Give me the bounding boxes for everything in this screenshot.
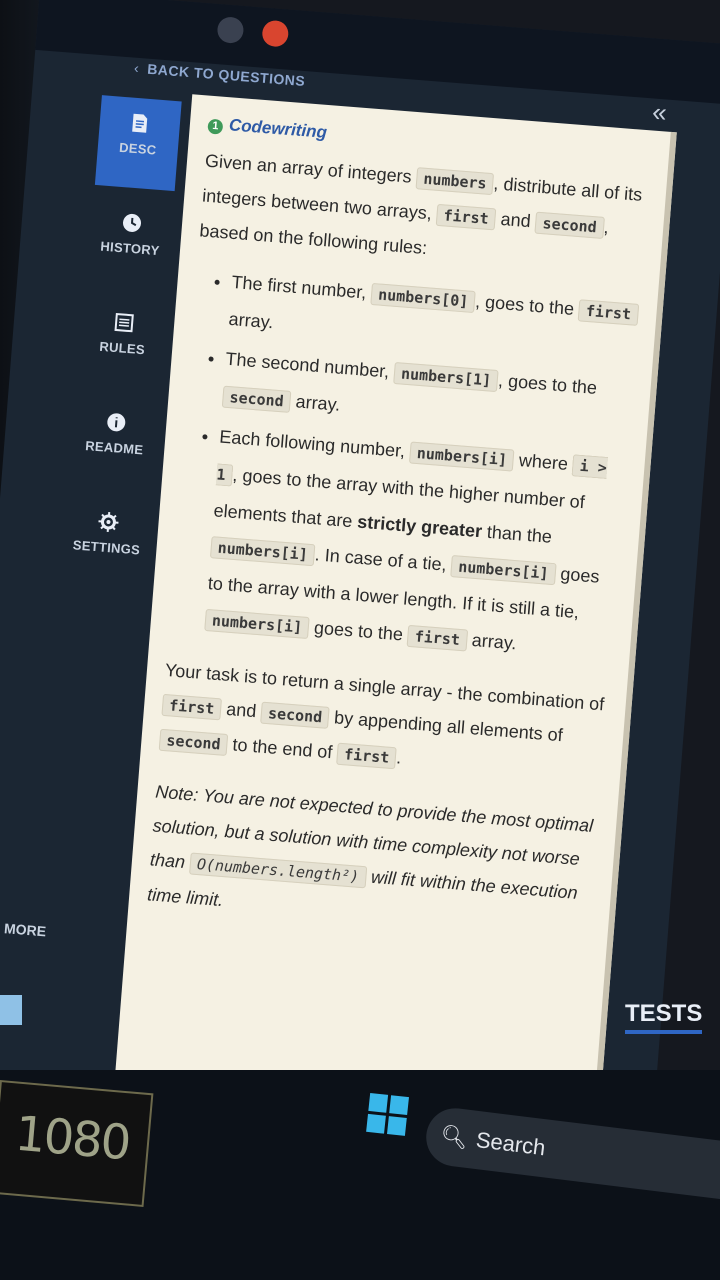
task-intro: Given an array of integers numbers, dist… — [198, 144, 650, 283]
return-text: and — [220, 698, 263, 722]
list-item: Each following number, numbers[i] where … — [204, 419, 629, 670]
search-label: Search — [474, 1126, 547, 1161]
return-text: by appending all elements of — [328, 706, 564, 746]
rule-text: array. — [227, 308, 275, 333]
task-number-badge: 1 — [207, 118, 224, 135]
monitor-screen: ‹ BACK TO QUESTIONS « DESC HISTORY RULES … — [0, 0, 720, 1162]
code-snippet: numbers[i] — [450, 555, 557, 586]
chevron-left-icon: ‹ — [133, 59, 140, 77]
code-snippet: first — [161, 693, 223, 721]
tab-tests[interactable]: TESTS — [625, 1000, 703, 1034]
code-snippet: numbers[0] — [370, 282, 477, 314]
rule-text: The second number, — [224, 348, 396, 382]
code-snippet: first — [406, 624, 468, 652]
code-complexity: O(numbers.length²) — [189, 852, 367, 889]
rule-text: , goes to the — [474, 291, 580, 320]
sidebar-item-desc[interactable]: DESC — [94, 95, 182, 192]
browser-profile-icon[interactable] — [261, 19, 290, 48]
task-return-description: Your task is to return a single array - … — [158, 653, 610, 792]
strong-text: strictly greater — [356, 511, 483, 542]
rule-text: array. — [466, 629, 518, 654]
code-snippet: numbers[i] — [409, 441, 515, 472]
sidebar-item-rules[interactable]: RULES — [79, 295, 166, 391]
return-text: . — [395, 747, 403, 768]
rule-text: . In case of a tie, — [314, 544, 453, 576]
code-snippet: second — [158, 728, 229, 757]
code-snippet: first — [578, 299, 639, 326]
code-first: first — [435, 203, 497, 231]
rule-text: goes to the — [308, 617, 409, 645]
code-snippet: second — [260, 701, 331, 729]
rule-text: , goes to the — [497, 370, 598, 398]
app-icon-fragment — [0, 995, 22, 1025]
code-snippet: numbers[1] — [393, 362, 500, 393]
rule-text: array. — [289, 390, 342, 415]
description-panel: 1 Codewriting Given an array of integers … — [113, 94, 677, 1130]
info-icon — [107, 413, 126, 432]
sidebar-item-history[interactable]: HISTORY — [87, 195, 174, 291]
more-menu-button[interactable]: ⋮ MORE — [0, 919, 47, 941]
windows-start-icon[interactable] — [366, 1093, 410, 1137]
rule-text: Each following number, — [218, 426, 411, 462]
sidebar-item-label: DESC — [118, 139, 158, 158]
document-icon — [132, 113, 148, 133]
search-icon: 🔍︎ — [438, 1122, 470, 1151]
task-note: Note: You are not expected to provide th… — [146, 775, 600, 946]
rule-text: than the — [481, 521, 553, 547]
task-title: Codewriting — [228, 115, 328, 142]
code-snippet: second — [221, 385, 292, 413]
more-label: MORE — [3, 920, 47, 940]
rules-list: The first number, numbers[0], goes to th… — [168, 261, 641, 670]
browser-back-icon[interactable] — [216, 16, 245, 45]
sidebar-item-label: SETTINGS — [72, 537, 141, 558]
sidebar-item-label: README — [84, 437, 144, 458]
rule-text: where — [513, 449, 574, 475]
rule-text: The first number, — [230, 271, 373, 303]
intro-text: Given an array of integers — [204, 150, 418, 188]
gear-icon — [98, 511, 119, 533]
sidebar-item-label: RULES — [98, 338, 146, 358]
collapse-panel-button[interactable]: « — [651, 96, 668, 128]
resolution-sticker: 1080 — [0, 1080, 154, 1207]
sidebar-item-settings[interactable]: SETTINGS — [63, 494, 150, 590]
code-numbers: numbers — [415, 167, 495, 196]
list-icon — [114, 312, 134, 333]
code-second: second — [534, 211, 605, 239]
sidebar-item-readme[interactable]: README — [71, 394, 158, 490]
resolution-label: 1080 — [12, 1105, 132, 1172]
code-snippet: numbers[i] — [204, 608, 310, 640]
return-text: to the end of — [226, 734, 339, 763]
browser-top-bar — [35, 0, 720, 105]
intro-text: and — [494, 208, 537, 232]
code-snippet: first — [336, 742, 398, 770]
clock-icon — [123, 213, 142, 232]
code-snippet: numbers[i] — [209, 536, 316, 567]
sidebar-item-label: HISTORY — [99, 238, 161, 259]
